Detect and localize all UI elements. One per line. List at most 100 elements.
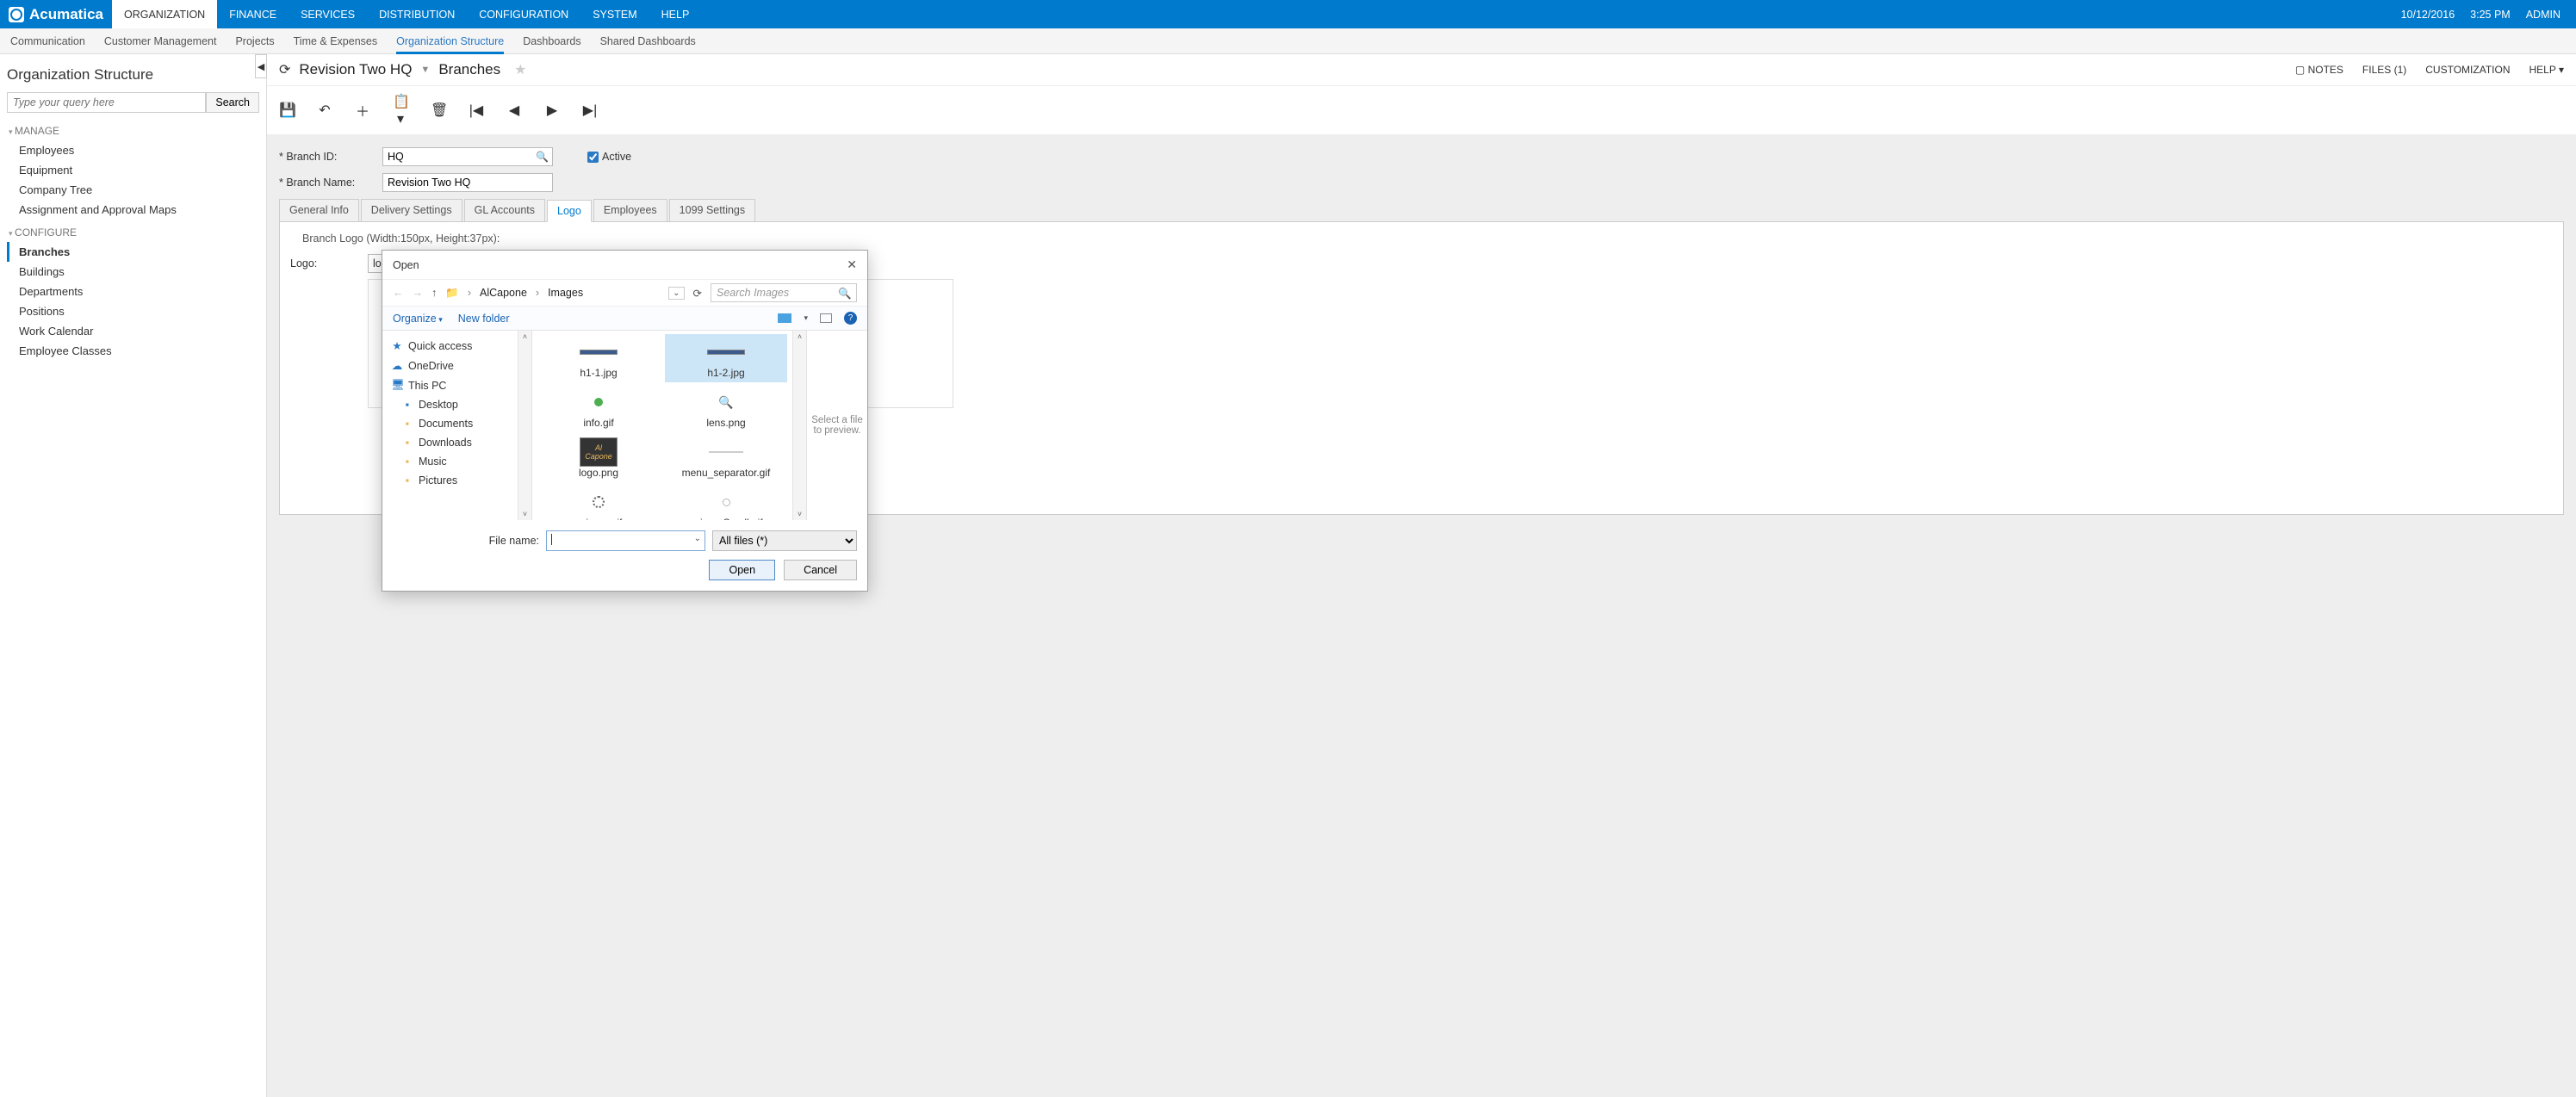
nav-item[interactable]: Equipment bbox=[7, 160, 259, 180]
tab-logo[interactable]: Logo bbox=[547, 200, 592, 222]
customization-action[interactable]: CUSTOMIZATION bbox=[2425, 64, 2510, 76]
header-user[interactable]: ADMIN bbox=[2526, 9, 2560, 21]
filename-dropdown-icon[interactable]: ⌄ bbox=[694, 534, 701, 543]
files-action[interactable]: FILES (1) bbox=[2362, 64, 2406, 76]
nav-refresh-icon[interactable]: ⟳ bbox=[693, 287, 702, 300]
organize-menu[interactable]: Organize bbox=[393, 313, 443, 325]
tree-item[interactable]: ★Quick access bbox=[382, 336, 518, 356]
nav-item[interactable]: Departments bbox=[7, 282, 259, 301]
path-subfolder[interactable]: Images bbox=[548, 287, 583, 299]
file-scrollbar-left[interactable]: ˄ ˅ bbox=[518, 331, 532, 520]
nav-item[interactable]: Assignment and Approval Maps bbox=[7, 200, 259, 220]
scroll-up-icon[interactable]: ˄ bbox=[793, 332, 806, 341]
nav-item[interactable]: Branches bbox=[7, 242, 259, 262]
file-item[interactable]: h1-2.jpg bbox=[665, 334, 787, 382]
file-item[interactable]: h1-1.jpg bbox=[537, 334, 660, 382]
topnav-item-finance[interactable]: FINANCE bbox=[217, 0, 289, 28]
tree-item[interactable]: ▪Downloads bbox=[382, 433, 518, 452]
tree-item[interactable]: ▪Pictures bbox=[382, 471, 518, 490]
undo-icon[interactable]: ↶ bbox=[317, 102, 332, 119]
help-icon[interactable]: ? bbox=[844, 312, 857, 325]
scroll-down-icon[interactable]: ˅ bbox=[518, 510, 531, 518]
breadcrumb-dropdown-icon[interactable]: ▼ bbox=[420, 65, 430, 75]
subnav-item[interactable]: Communication bbox=[10, 35, 85, 47]
branch-name-input[interactable] bbox=[382, 173, 553, 192]
nav-item[interactable]: Buildings bbox=[7, 262, 259, 282]
cancel-button[interactable]: Cancel bbox=[784, 560, 857, 580]
dialog-search-input[interactable]: Search Images 🔍 bbox=[711, 283, 857, 302]
file-item[interactable]: info.gif bbox=[537, 384, 660, 432]
subnav-item[interactable]: Projects bbox=[235, 35, 274, 47]
sidebar-collapse-handle[interactable]: ◀ bbox=[255, 54, 267, 78]
favorite-star-icon[interactable]: ★ bbox=[514, 61, 526, 78]
nav-item[interactable]: Work Calendar bbox=[7, 321, 259, 341]
subnav-item[interactable]: Shared Dashboards bbox=[600, 35, 696, 47]
path-dropdown-icon[interactable]: ⌄ bbox=[668, 287, 684, 300]
topnav-item-help[interactable]: HELP bbox=[649, 0, 702, 28]
new-folder-button[interactable]: New folder bbox=[458, 313, 510, 325]
tree-item[interactable]: ▪Desktop bbox=[382, 395, 518, 414]
next-icon[interactable]: ▶ bbox=[544, 102, 560, 119]
tab-delivery-settings[interactable]: Delivery Settings bbox=[361, 199, 462, 221]
subnav-item[interactable]: Organization Structure bbox=[396, 35, 504, 54]
tree-item[interactable]: ▪Music bbox=[382, 452, 518, 471]
file-item[interactable]: spinnerSmall.gif bbox=[665, 484, 787, 520]
refresh-icon[interactable]: ⟳ bbox=[279, 61, 290, 78]
topnav-item-services[interactable]: SERVICES bbox=[289, 0, 367, 28]
preview-toggle-icon[interactable] bbox=[820, 313, 832, 323]
nav-group-header[interactable]: MANAGE bbox=[9, 125, 259, 137]
file-item[interactable]: AlCaponelogo.png bbox=[537, 434, 660, 482]
nav-item[interactable]: Employee Classes bbox=[7, 341, 259, 361]
nav-back-icon[interactable]: ← bbox=[393, 287, 404, 299]
add-icon[interactable]: ＋ bbox=[355, 100, 370, 121]
view-mode-icon[interactable] bbox=[778, 313, 791, 323]
tree-item[interactable]: 🖥This PC bbox=[382, 375, 518, 395]
file-item[interactable]: menu_separator.gif bbox=[665, 434, 787, 482]
tab-general-info[interactable]: General Info bbox=[279, 199, 359, 221]
sidebar-search-button[interactable]: Search bbox=[206, 92, 259, 113]
path-folder[interactable]: AlCapone bbox=[480, 287, 527, 299]
delete-icon[interactable]: 🗑 bbox=[431, 102, 446, 119]
notes-action[interactable]: ▢ NOTES bbox=[2295, 64, 2343, 76]
scroll-down-icon[interactable]: ˅ bbox=[793, 510, 806, 518]
breadcrumb-main[interactable]: Revision Two HQ bbox=[299, 61, 412, 78]
nav-item[interactable]: Company Tree bbox=[7, 180, 259, 200]
tree-item[interactable]: ☁OneDrive bbox=[382, 356, 518, 375]
brand-logo[interactable]: Acumatica bbox=[0, 0, 112, 28]
file-item[interactable]: 🔍lens.png bbox=[665, 384, 787, 432]
subnav-item[interactable]: Customer Management bbox=[104, 35, 217, 47]
active-checkbox-label[interactable]: Active bbox=[587, 151, 631, 163]
filename-input[interactable]: ⌄ bbox=[546, 530, 705, 551]
clipboard-icon[interactable]: 📋▾ bbox=[393, 93, 408, 127]
tab-employees[interactable]: Employees bbox=[593, 199, 667, 221]
prev-icon[interactable]: ◀ bbox=[506, 102, 522, 119]
topnav-item-distribution[interactable]: DISTRIBUTION bbox=[367, 0, 467, 28]
active-checkbox[interactable] bbox=[587, 152, 599, 163]
file-grid-scroll[interactable]: h1-1.jpgh1-2.jpginfo.gif🔍lens.pngAlCapon… bbox=[532, 331, 792, 520]
file-scrollbar-right[interactable]: ˄ ˅ bbox=[792, 331, 806, 520]
first-icon[interactable]: |◀ bbox=[469, 102, 484, 119]
file-type-filter[interactable]: All files (*) bbox=[712, 530, 857, 551]
dialog-close-icon[interactable]: ✕ bbox=[847, 257, 857, 272]
subnav-item[interactable]: Dashboards bbox=[523, 35, 580, 47]
search-icon[interactable]: 🔍 bbox=[838, 288, 852, 301]
sidebar-search-input[interactable] bbox=[7, 92, 206, 113]
nav-up-icon[interactable]: ↑ bbox=[431, 287, 437, 299]
branch-id-input[interactable] bbox=[382, 147, 553, 166]
topnav-item-system[interactable]: SYSTEM bbox=[580, 0, 649, 28]
help-action[interactable]: HELP ▾ bbox=[2529, 64, 2565, 76]
nav-item[interactable]: Employees bbox=[7, 140, 259, 160]
topnav-item-organization[interactable]: ORGANIZATION bbox=[112, 0, 217, 28]
file-item[interactable]: spinner.gif bbox=[537, 484, 660, 520]
last-icon[interactable]: ▶| bbox=[582, 102, 598, 119]
nav-group-header[interactable]: CONFIGURE bbox=[9, 226, 259, 239]
tab-gl-accounts[interactable]: GL Accounts bbox=[464, 199, 545, 221]
save-icon[interactable]: 💾 bbox=[279, 102, 295, 119]
open-button[interactable]: Open bbox=[709, 560, 775, 580]
scroll-up-icon[interactable]: ˄ bbox=[518, 332, 531, 341]
topnav-item-configuration[interactable]: CONFIGURATION bbox=[467, 0, 580, 28]
subnav-item[interactable]: Time & Expenses bbox=[294, 35, 378, 47]
nav-item[interactable]: Positions bbox=[7, 301, 259, 321]
tab-1099-settings[interactable]: 1099 Settings bbox=[669, 199, 755, 221]
tree-item[interactable]: ▪Documents bbox=[382, 414, 518, 433]
